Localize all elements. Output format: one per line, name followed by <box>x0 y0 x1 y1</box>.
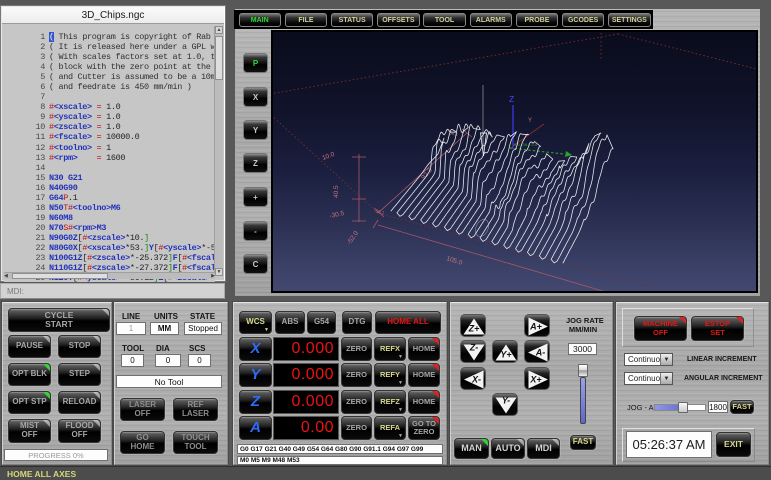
svg-text:Y-: Y- <box>502 396 510 406</box>
svg-text:A+: A+ <box>529 322 542 332</box>
svg-text:Y: Y <box>528 118 532 124</box>
svg-text:-52.0: -52.0 <box>346 230 360 246</box>
svg-text:105.0: 105.0 <box>445 255 463 267</box>
svg-text:10.0: 10.0 <box>321 151 336 162</box>
svg-text:A-: A- <box>535 348 546 358</box>
svg-text:Z-: Z- <box>469 343 479 353</box>
svg-text:-56.1: -56.1 <box>374 208 386 215</box>
svg-text:X+: X+ <box>529 375 542 385</box>
svg-text:Y+: Y+ <box>500 350 512 360</box>
svg-text:Z+: Z+ <box>468 324 480 334</box>
svg-text:92.3: 92.3 <box>420 167 434 181</box>
svg-text:X-: X- <box>471 375 481 385</box>
svg-text:-30.5: -30.5 <box>329 210 345 220</box>
svg-text:40.5: 40.5 <box>333 185 340 198</box>
svg-text:Z: Z <box>509 94 514 104</box>
